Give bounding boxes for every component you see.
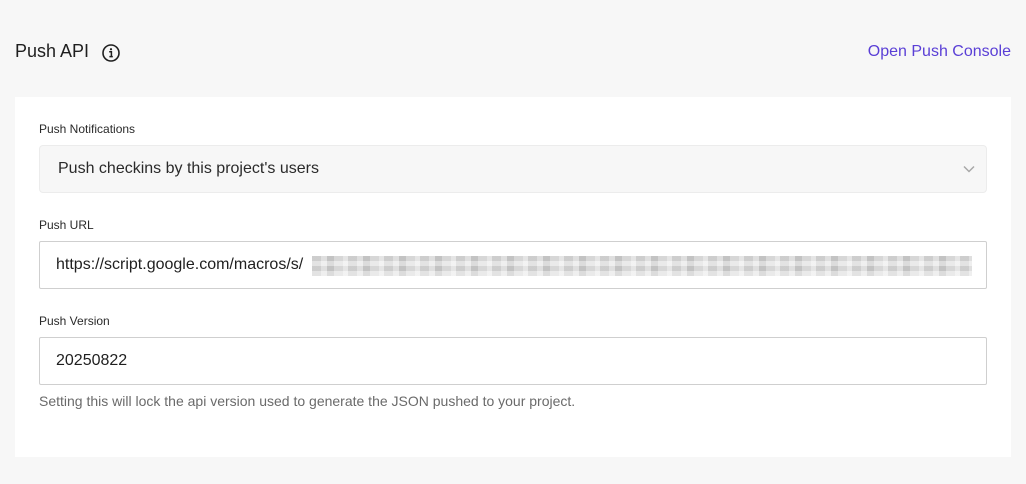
push-notifications-selected-value: Push checkins by this project's users — [58, 160, 319, 177]
push-url-value: https://script.google.com/macros/s/ — [56, 256, 304, 273]
push-notifications-label: Push Notifications — [39, 122, 136, 136]
push-version-help-text: Setting this will lock the api version u… — [39, 393, 576, 409]
chevron-down-icon — [962, 162, 976, 176]
push-settings-card: Push Notifications Push checkins by this… — [15, 97, 1011, 457]
push-notifications-select[interactable]: Push checkins by this project's users — [39, 145, 987, 193]
redacted-url-segment — [312, 256, 972, 276]
push-url-input[interactable]: https://script.google.com/macros/s/ — [39, 241, 987, 289]
page-title: Push API — [15, 41, 90, 61]
push-version-value: 20250822 — [56, 352, 128, 369]
info-icon[interactable] — [101, 43, 121, 63]
open-push-console-link[interactable]: Open Push Console — [868, 43, 1011, 61]
push-version-input[interactable]: 20250822 — [39, 337, 987, 385]
page-header: Push API Open Push Console — [15, 36, 1011, 70]
push-version-label: Push Version — [39, 314, 110, 328]
push-url-label: Push URL — [39, 218, 94, 232]
